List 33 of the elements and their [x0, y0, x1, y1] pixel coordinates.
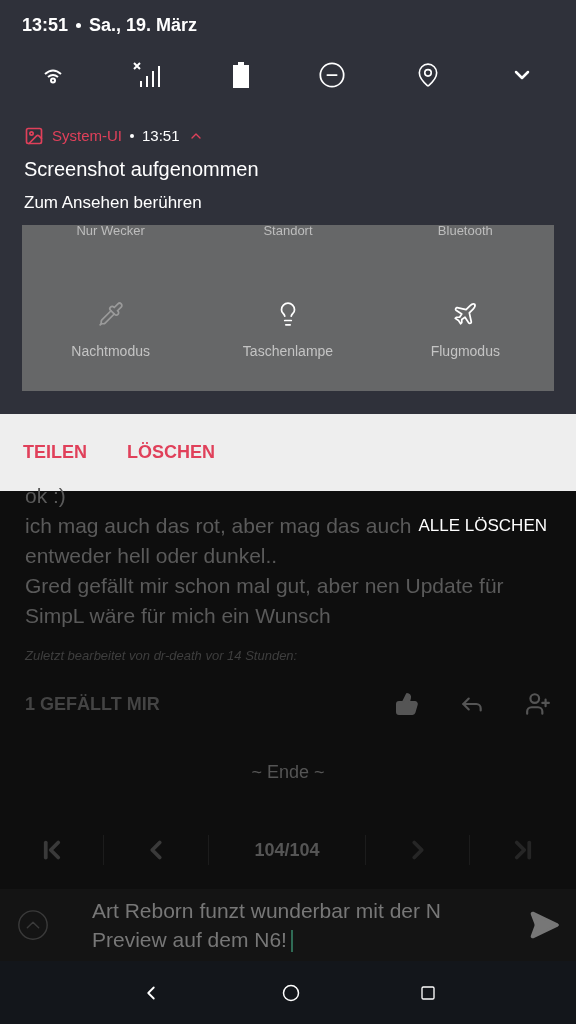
- notification-time: 13:51: [142, 126, 180, 146]
- app-name: System-UI: [52, 126, 122, 146]
- add-user-icon[interactable]: [525, 691, 551, 717]
- post-text: Gred gefällt mir schon mal gut, aber nen Update für SimpL wäre für mich ein Wunsch: [25, 573, 505, 629]
- tile-label[interactable]: Flugmodus: [430, 341, 500, 362]
- signal-icon: [133, 62, 163, 88]
- clear-all-button[interactable]: ALLE LÖSCHEN: [418, 511, 547, 541]
- image-icon: [24, 126, 44, 147]
- action-button[interactable]: TEILEN: [23, 439, 87, 466]
- end-label: ~ Ende ~: [250, 761, 326, 784]
- pipette-icon[interactable]: [97, 301, 124, 327]
- tile-label[interactable]: Nachtmodus: [71, 341, 150, 362]
- post-text: ok :): [25, 483, 67, 509]
- recents-icon[interactable]: [420, 984, 436, 1001]
- tile-label[interactable]: Bluetooth: [376, 225, 554, 237]
- notification-title: Screenshot aufgenommen: [24, 156, 260, 182]
- clock-time: 13:51: [22, 14, 69, 37]
- tile-label[interactable]: Nur Wecker: [22, 225, 200, 237]
- post-text: ich mag auch das rot, aber mag das auch: [25, 513, 412, 539]
- date: Sa., 19. März: [89, 14, 198, 37]
- battery-icon: [231, 62, 250, 88]
- action-button[interactable]: LÖSCHEN: [127, 439, 216, 466]
- home-icon[interactable]: [282, 983, 300, 1002]
- post-text: entweder hell oder dunkel..: [25, 543, 279, 569]
- message-input[interactable]: Art Reborn funzt wunderbar mit der N Preview auf dem N6!: [92, 896, 514, 954]
- page-indicator[interactable]: 104/104: [209, 836, 365, 864]
- thumbs-up-icon[interactable]: [395, 692, 419, 716]
- notification-text: Zum Ansehen berühren: [24, 191, 203, 214]
- do-not-disturb-icon[interactable]: [318, 61, 347, 89]
- send-icon[interactable]: [528, 909, 560, 941]
- airplane-icon[interactable]: [452, 301, 479, 327]
- tile-label[interactable]: Standort: [199, 225, 377, 237]
- tile-label[interactable]: Taschenlampe: [242, 341, 334, 362]
